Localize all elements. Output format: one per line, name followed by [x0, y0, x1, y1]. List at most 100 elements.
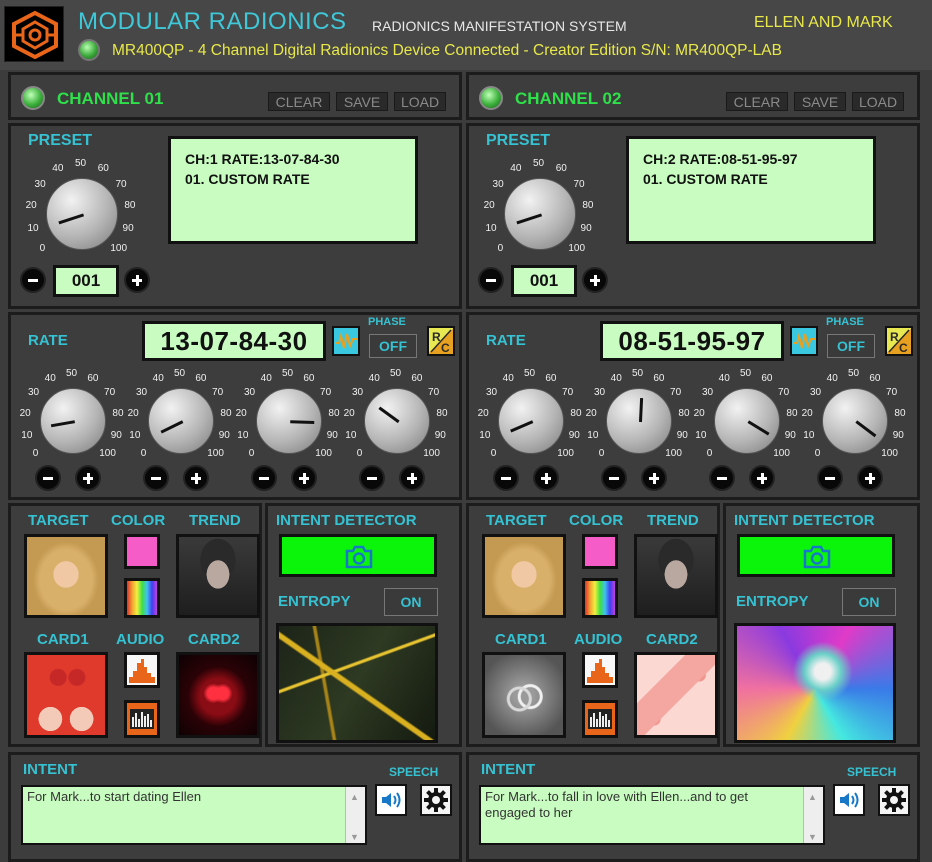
dial-knob[interactable] [148, 388, 214, 454]
rate-1-dial[interactable]: 0 10 20 30 40 50 60 70 80 90 100 [473, 368, 589, 466]
intent-detector-button[interactable] [737, 534, 895, 577]
dial-knob[interactable] [40, 388, 106, 454]
dial-tick-label: 80 [328, 407, 340, 419]
preset-increment-button[interactable] [124, 267, 150, 293]
rate-2-increment-button[interactable] [183, 465, 209, 491]
trend-image[interactable] [634, 534, 718, 618]
clear-button[interactable]: CLEAR [268, 92, 330, 111]
rate-2-dial[interactable]: 0 10 20 30 40 50 60 70 80 90 100 [123, 368, 239, 466]
rate-3-increment-button[interactable] [749, 465, 775, 491]
card2-image[interactable] [176, 652, 260, 738]
dial-tick-label: 20 [127, 407, 139, 419]
rate-2-decrement-button[interactable] [143, 465, 169, 491]
rate-4-increment-button[interactable] [857, 465, 883, 491]
channel-led-icon[interactable] [21, 86, 45, 110]
dial-knob[interactable] [256, 388, 322, 454]
rc-icon[interactable]: RC [885, 326, 913, 356]
preset-dial[interactable]: 0 10 20 30 40 50 60 70 80 90 100 [479, 158, 601, 262]
settings-button[interactable] [420, 784, 452, 816]
clear-button[interactable]: CLEAR [726, 92, 788, 111]
card1-image[interactable] [482, 652, 566, 738]
speaker-button[interactable] [375, 784, 407, 816]
color-swatch[interactable] [124, 534, 160, 569]
rate-3-dial[interactable]: 0 10 20 30 40 50 60 70 80 90 100 [689, 368, 805, 466]
preset-decrement-button[interactable] [20, 267, 46, 293]
dial-tick-label: 50 [390, 368, 402, 379]
rate-2-decrement-button[interactable] [601, 465, 627, 491]
rate-2-increment-button[interactable] [641, 465, 667, 491]
phase-toggle-button[interactable]: OFF [827, 334, 875, 358]
rate-2-dial[interactable]: 0 10 20 30 40 50 60 70 80 90 100 [581, 368, 697, 466]
dial-knob[interactable] [46, 178, 118, 250]
dial-knob[interactable] [364, 388, 430, 454]
scroll-down-icon[interactable]: ▼ [808, 829, 817, 843]
dial-tick-label: 90 [326, 429, 338, 441]
dial-tick-label: 0 [140, 448, 147, 460]
rate-1-increment-button[interactable] [533, 465, 559, 491]
scroll-down-icon[interactable]: ▼ [350, 829, 359, 843]
intent-scrollbar[interactable]: ▲ ▼ [345, 787, 365, 843]
preset-increment-button[interactable] [582, 267, 608, 293]
channel-led-icon[interactable] [479, 86, 503, 110]
rate-1-decrement-button[interactable] [493, 465, 519, 491]
load-button[interactable]: LOAD [852, 92, 904, 111]
waveform-icon[interactable] [790, 326, 818, 356]
load-button[interactable]: LOAD [394, 92, 446, 111]
scroll-up-icon[interactable]: ▲ [808, 789, 817, 805]
intent-textarea[interactable]: For Mark...to fall in love with Ellen...… [479, 785, 825, 845]
card2-image[interactable] [634, 652, 718, 738]
preset-decrement-button[interactable] [478, 267, 504, 293]
target-image[interactable] [482, 534, 566, 618]
dial-knob[interactable] [498, 388, 564, 454]
intent-textarea[interactable]: For Mark...to start dating Ellen ▲ ▼ [21, 785, 367, 845]
audio-spectrum-icon[interactable] [124, 652, 160, 688]
scroll-up-icon[interactable]: ▲ [350, 789, 359, 805]
entropy-toggle-button[interactable]: ON [842, 588, 896, 616]
audio-equalizer-icon[interactable] [582, 700, 618, 738]
rate-1-dial[interactable]: 0 10 20 30 40 50 60 70 80 90 100 [15, 368, 131, 466]
rate-3-decrement-button[interactable] [709, 465, 735, 491]
dial-knob[interactable] [714, 388, 780, 454]
target-image[interactable] [24, 534, 108, 618]
entropy-image[interactable] [276, 623, 438, 743]
speaker-button[interactable] [833, 784, 865, 816]
dial-tick-label: 0 [706, 448, 713, 460]
color-swatch[interactable] [582, 534, 618, 569]
trend-image[interactable] [176, 534, 260, 618]
settings-button[interactable] [878, 784, 910, 816]
rate-3-increment-button[interactable] [291, 465, 317, 491]
rate-4-decrement-button[interactable] [817, 465, 843, 491]
rate-1-decrement-button[interactable] [35, 465, 61, 491]
dial-tick-label: 90 [110, 429, 122, 441]
rainbow-spectrum-icon[interactable] [582, 578, 618, 618]
rate-4-increment-button[interactable] [399, 465, 425, 491]
rate-3-decrement-button[interactable] [251, 465, 277, 491]
rate-1-increment-button[interactable] [75, 465, 101, 491]
rc-icon[interactable]: RC [427, 326, 455, 356]
dial-knob[interactable] [606, 388, 672, 454]
dial-knob[interactable] [504, 178, 576, 250]
rainbow-spectrum-icon[interactable] [124, 578, 160, 618]
channel-title: CHANNEL 02 [515, 89, 622, 108]
audio-equalizer-icon[interactable] [124, 700, 160, 738]
dial-tick-label: 20 [235, 407, 247, 419]
rate-4-dial[interactable]: 0 10 20 30 40 50 60 70 80 90 100 [797, 368, 913, 466]
preset-dial[interactable]: 0 10 20 30 40 50 60 70 80 90 100 [21, 158, 143, 262]
dial-tick-label: 50 [848, 368, 860, 379]
waveform-icon[interactable] [332, 326, 360, 356]
save-button[interactable]: SAVE [794, 92, 846, 111]
entropy-toggle-button[interactable]: ON [384, 588, 438, 616]
entropy-image[interactable] [734, 623, 896, 743]
intent-scrollbar[interactable]: ▲ ▼ [803, 787, 823, 843]
dial-knob[interactable] [822, 388, 888, 454]
intent-detector-button[interactable] [279, 534, 437, 577]
phase-toggle-button[interactable]: OFF [369, 334, 417, 358]
audio-spectrum-icon[interactable] [582, 652, 618, 688]
dial-tick-label: 90 [892, 429, 904, 441]
dial-tick-label: 50 [632, 368, 644, 379]
rate-4-dial[interactable]: 0 10 20 30 40 50 60 70 80 90 100 [339, 368, 455, 466]
rate-4-decrement-button[interactable] [359, 465, 385, 491]
rate-3-dial[interactable]: 0 10 20 30 40 50 60 70 80 90 100 [231, 368, 347, 466]
save-button[interactable]: SAVE [336, 92, 388, 111]
card1-image[interactable] [24, 652, 108, 738]
